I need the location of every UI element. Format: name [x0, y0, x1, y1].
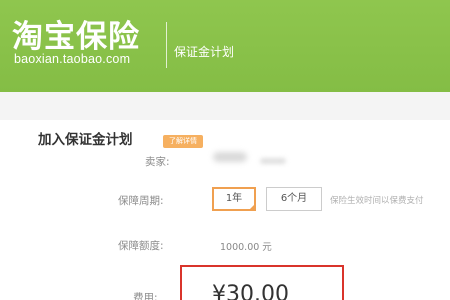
page-subtitle: 保证金计划: [174, 45, 235, 59]
gray-band: [0, 92, 450, 120]
logo-url[interactable]: baoxian.taobao.com: [14, 52, 130, 66]
seller-name-blurred: [213, 152, 247, 162]
taobao-baoxian-logo[interactable]: 淘宝保险: [12, 20, 140, 54]
header-divider: [166, 22, 167, 68]
amount-value: 1000.00 元: [220, 242, 272, 253]
site-header: 淘宝保险 baoxian.taobao.com 保证金计划: [0, 0, 450, 92]
seller-name-blurred-extra: [260, 158, 286, 164]
period-label: 保障周期:: [118, 195, 164, 207]
period-option-6-months[interactable]: 6个月: [266, 187, 322, 211]
details-tag[interactable]: 了解详情: [163, 135, 203, 148]
period-note: 保险生效时间以保费支付: [330, 196, 424, 206]
amount-label: 保障额度:: [118, 240, 164, 252]
fee-label: 费用:: [133, 292, 158, 300]
fee-value: ¥30.00: [212, 282, 289, 300]
seller-label: 卖家:: [145, 156, 170, 168]
section-title: 加入保证金计划: [38, 132, 133, 148]
period-option-1-year[interactable]: 1年: [212, 187, 256, 211]
